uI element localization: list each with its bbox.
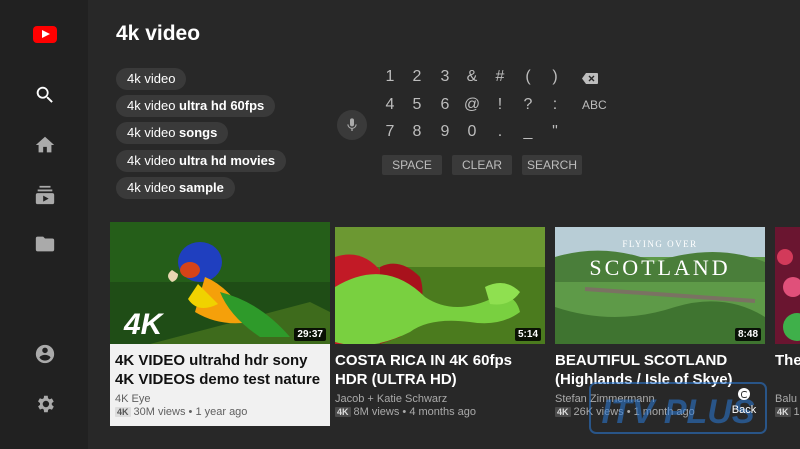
key[interactable]: ( <box>518 68 538 86</box>
back-icon <box>738 388 750 400</box>
video-meta: 4K 30M views • 1 year ago <box>115 406 247 418</box>
key[interactable]: & <box>462 68 482 86</box>
suggestion-chip[interactable]: 4k video sample <box>116 177 235 199</box>
key[interactable]: _ <box>518 123 538 141</box>
4k-badge: 4K <box>115 407 131 417</box>
channel-name: 4K Eye <box>115 393 151 405</box>
thumbnail-4k-text: 4K <box>123 308 165 341</box>
parrot-image: 4K <box>110 222 330 344</box>
video-thumbnail: 5:14 <box>335 227 545 344</box>
key[interactable]: . <box>490 123 510 141</box>
video-meta: 4K 1 <box>775 406 800 418</box>
suggestion-chip[interactable]: 4k video ultra hd 60fps <box>116 95 276 117</box>
abc-key[interactable]: ABC <box>582 98 607 112</box>
suggestion-chip[interactable]: 4k video <box>116 68 187 90</box>
subscriptions-icon[interactable] <box>34 184 56 206</box>
video-card[interactable]: 5:14 COSTA RICA IN 4K 60fps HDR (ULTRA H… <box>335 222 545 426</box>
thumbnail-caption: SCOTLAND <box>589 255 730 280</box>
search-key[interactable]: SEARCH <box>522 155 582 175</box>
key[interactable]: ! <box>490 96 510 114</box>
back-label: Back <box>731 404 757 416</box>
views-and-age: 1 <box>793 406 800 418</box>
key[interactable]: 7 <box>380 123 400 141</box>
suggestion-chip[interactable]: 4k video songs <box>116 122 229 144</box>
4k-badge: 4K <box>335 407 351 417</box>
microphone-button[interactable] <box>337 110 367 140</box>
suggestion-text: 4k video <box>127 98 180 113</box>
viper-image <box>335 227 545 344</box>
views-and-age: 8M views • 4 months ago <box>353 406 476 418</box>
video-card[interactable]: The Rela Balu - 4K1 <box>775 222 800 426</box>
back-button[interactable]: Back <box>731 388 757 416</box>
key[interactable]: : <box>545 96 565 114</box>
key[interactable]: 8 <box>407 123 427 141</box>
account-icon[interactable] <box>34 343 56 365</box>
key[interactable]: ? <box>518 96 538 114</box>
key[interactable]: # <box>490 68 510 86</box>
key[interactable]: 4 <box>380 96 400 114</box>
views-and-age: 30M views • 1 year ago <box>133 406 248 418</box>
youtube-logo[interactable] <box>33 26 57 43</box>
video-thumbnail: FLYING OVER SCOTLAND 8:48 <box>555 227 765 344</box>
key[interactable]: @ <box>462 96 482 114</box>
video-title: COSTA RICA IN 4K 60fps HDR (ULTRA HD) <box>335 352 512 388</box>
key[interactable]: 0 <box>462 123 482 141</box>
video-card[interactable]: 4K 29:37 4K VIDEO ultrahd hdr sony 4K VI… <box>110 222 330 426</box>
key[interactable]: 1 <box>380 68 400 86</box>
key[interactable]: 5 <box>407 96 427 114</box>
clear-key[interactable]: CLEAR <box>452 155 512 175</box>
suggestion-bold-text: ultra hd movies <box>179 153 276 168</box>
4k-badge: 4K <box>555 407 571 417</box>
key[interactable]: 2 <box>407 68 427 86</box>
duration-badge: 8:48 <box>734 328 761 341</box>
suggestion-bold-text: songs <box>179 125 218 140</box>
key[interactable]: " <box>545 123 565 141</box>
scotland-image: FLYING OVER SCOTLAND <box>555 227 765 344</box>
duration-badge: 5:14 <box>514 328 541 341</box>
search-icon[interactable] <box>34 84 56 106</box>
suggestion-text: 4k video <box>127 180 180 195</box>
suggestion-bold-text: sample <box>179 180 224 195</box>
video-meta: 4K 8M views • 4 months ago <box>335 406 476 418</box>
suggestion-text: 4k video <box>127 71 176 86</box>
key[interactable]: 6 <box>435 96 455 114</box>
suggestion-text: 4k video <box>127 153 180 168</box>
key[interactable]: ) <box>545 68 565 86</box>
key[interactable]: 3 <box>435 68 455 86</box>
space-key[interactable]: SPACE <box>382 155 442 175</box>
4k-badge: 4K <box>775 407 791 417</box>
partial-thumbnail-image <box>775 227 800 344</box>
video-thumbnail: 4K 29:37 <box>110 222 330 344</box>
sidebar <box>0 0 88 449</box>
suggestion-chip[interactable]: 4k video ultra hd movies <box>116 150 287 172</box>
suggestion-text: 4k video <box>127 125 180 140</box>
folder-icon[interactable] <box>34 233 56 255</box>
video-thumbnail <box>775 227 800 344</box>
microphone-icon <box>347 118 357 131</box>
video-title: 4K VIDEO ultrahd hdr sony 4K VIDEOS demo… <box>115 352 321 388</box>
gear-icon[interactable] <box>34 393 56 415</box>
thumbnail-caption-small: FLYING OVER <box>622 239 697 249</box>
video-title: The Rela <box>775 352 800 369</box>
duration-badge: 29:37 <box>294 328 326 341</box>
backspace-key[interactable] <box>582 71 598 84</box>
channel-name: Jacob + Katie Schwarz <box>335 393 448 405</box>
backspace-icon <box>582 73 598 84</box>
suggestion-bold-text: ultra hd 60fps <box>179 98 265 113</box>
key[interactable]: 9 <box>435 123 455 141</box>
home-icon[interactable] <box>34 134 56 156</box>
search-query: 4k video <box>116 22 201 45</box>
